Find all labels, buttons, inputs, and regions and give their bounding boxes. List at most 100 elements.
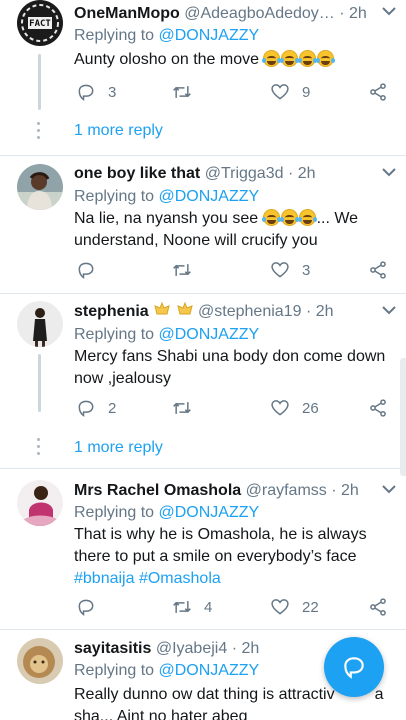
replying-label: Replying to — [74, 504, 155, 521]
reply-icon — [78, 400, 94, 417]
tweet-actions: 2 26 — [74, 396, 406, 420]
user-handle[interactable]: @Trigga3d — [205, 165, 284, 182]
chevron-down-icon[interactable] — [382, 167, 396, 177]
separator-dot: · — [287, 165, 294, 182]
scrollbar[interactable] — [400, 358, 406, 476]
tweet-text-content: That is why he is Omashola, he is always… — [74, 526, 367, 565]
retweet-button[interactable] — [172, 258, 204, 282]
retweet-button[interactable]: 4 — [172, 595, 212, 619]
chevron-down-icon[interactable] — [382, 6, 396, 16]
like-button[interactable]: 9 — [270, 80, 310, 104]
reply-icon — [78, 262, 94, 279]
heart-icon — [271, 84, 289, 100]
tweet-3[interactable]: stephenia @stephenia19 · 2h Replying to … — [0, 294, 406, 469]
share-button[interactable] — [368, 595, 400, 619]
display-name[interactable]: one boy like that — [74, 165, 200, 182]
display-name[interactable]: sayitasitis — [74, 640, 151, 657]
chevron-down-icon[interactable] — [382, 305, 396, 315]
share-button[interactable] — [368, 80, 400, 104]
tweet-text: Aunty olosho on the move — [74, 49, 388, 71]
share-button[interactable] — [368, 396, 400, 420]
timestamp[interactable]: 2h — [341, 482, 359, 499]
retweet-button[interactable] — [172, 80, 204, 104]
like-button[interactable]: 26 — [270, 396, 319, 420]
tweet-header: OneManMopo @AdeagboAdedoy… · 2h — [74, 3, 376, 25]
user-handle[interactable]: @Iyabeji4 — [156, 640, 227, 657]
mention-link[interactable]: @DONJAZZY — [159, 188, 260, 205]
reply-button[interactable] — [76, 258, 108, 282]
tears-of-joy-emoji-icon — [280, 50, 300, 67]
like-count: 3 — [302, 261, 311, 279]
reply-icon — [78, 84, 94, 101]
more-replies-link[interactable]: 1 more reply — [74, 120, 163, 142]
replying-to: Replying to @DONJAZZY — [74, 324, 259, 346]
timestamp[interactable]: 2h — [349, 5, 367, 22]
retweet-count: 4 — [204, 598, 213, 616]
tweet-1[interactable]: FACT OneManMopo @AdeagboAdedoy… · 2h Rep… — [0, 0, 406, 156]
tweet-text-content: Na lie, na nyansh you see — [74, 210, 259, 227]
tweet-text: Mercy fans Shabi una body don come down … — [74, 348, 386, 387]
timestamp[interactable]: 2h — [241, 640, 259, 657]
share-button[interactable] — [368, 258, 400, 282]
avatar[interactable] — [17, 480, 63, 526]
retweet-icon — [173, 402, 191, 414]
reply-button[interactable] — [76, 595, 108, 619]
tweet-4[interactable]: Mrs Rachel Omashola @rayfamss · 2h Reply… — [0, 469, 406, 630]
tears-of-joy-emoji-icon — [262, 50, 282, 67]
tears-of-joy-emoji-icon — [316, 50, 336, 67]
share-icon — [370, 598, 386, 616]
heart-icon — [271, 599, 289, 615]
user-handle[interactable]: @rayfamss — [246, 482, 327, 499]
like-count: 26 — [302, 399, 319, 417]
tweet-2[interactable]: one boy like that @Trigga3d · 2h Replyin… — [0, 156, 406, 294]
replying-label: Replying to — [74, 326, 155, 343]
like-button[interactable]: 22 — [270, 595, 319, 619]
replying-to: Replying to @DONJAZZY — [74, 186, 259, 208]
replying-label: Replying to — [74, 188, 155, 205]
reply-icon — [78, 599, 94, 616]
compose-reply-button[interactable] — [324, 637, 384, 697]
crown-icon — [154, 301, 170, 315]
display-name[interactable]: stephenia — [74, 303, 149, 320]
display-name[interactable]: OneManMopo — [74, 5, 180, 22]
reply-button[interactable]: 2 — [76, 396, 116, 420]
avatar[interactable] — [17, 638, 63, 684]
separator-dot: · — [339, 5, 345, 22]
more-replies-link[interactable]: 1 more reply — [74, 437, 163, 459]
reply-button[interactable]: 3 — [76, 80, 116, 104]
user-handle[interactable]: @stephenia19 — [198, 303, 301, 320]
avatar[interactable] — [17, 301, 63, 347]
avatar[interactable]: FACT — [17, 0, 63, 46]
replying-label: Replying to — [74, 662, 155, 679]
replying-to: Replying to @DONJAZZY — [74, 660, 259, 682]
crown-icon — [176, 301, 193, 315]
tweet-text-content: Aunty olosho on the move — [74, 51, 260, 68]
compose-reply-icon — [344, 657, 364, 679]
timestamp[interactable]: 2h — [298, 165, 316, 182]
separator-dot: · — [231, 640, 238, 657]
tears-of-joy-emoji-icon — [298, 50, 318, 67]
separator-dot: · — [331, 482, 337, 499]
display-name[interactable]: Mrs Rachel Omashola — [74, 482, 241, 499]
chevron-down-icon[interactable] — [382, 484, 396, 494]
tweet-text: That is why he is Omashola, he is always… — [74, 524, 388, 590]
share-icon — [370, 261, 386, 279]
like-button[interactable]: 3 — [270, 258, 310, 282]
user-handle[interactable]: @AdeagboAdedoy… — [184, 5, 335, 22]
tweet-text-line2: sha... Aint no hater abeg — [74, 708, 248, 720]
mention-link[interactable]: @DONJAZZY — [159, 662, 260, 679]
tweet-header: stephenia @stephenia19 · 2h — [74, 301, 376, 323]
mention-link[interactable]: @DONJAZZY — [159, 504, 260, 521]
tweet-actions: 3 9 — [74, 80, 406, 104]
avatar[interactable] — [17, 164, 63, 210]
mention-link[interactable]: @DONJAZZY — [159, 326, 260, 343]
mention-link[interactable]: @DONJAZZY — [159, 27, 260, 44]
reply-count: 2 — [108, 399, 117, 417]
tweet-header: Mrs Rachel Omashola @rayfamss · 2h — [74, 480, 376, 502]
retweet-button[interactable] — [172, 396, 204, 420]
tweet-text: Na lie, na nyansh you see ... We underst… — [74, 208, 388, 252]
hashtag-link[interactable]: #Omashola — [139, 570, 221, 587]
hashtag-link[interactable]: #bbnaija — [74, 570, 135, 587]
timestamp[interactable]: 2h — [316, 303, 334, 320]
share-icon — [370, 399, 386, 417]
